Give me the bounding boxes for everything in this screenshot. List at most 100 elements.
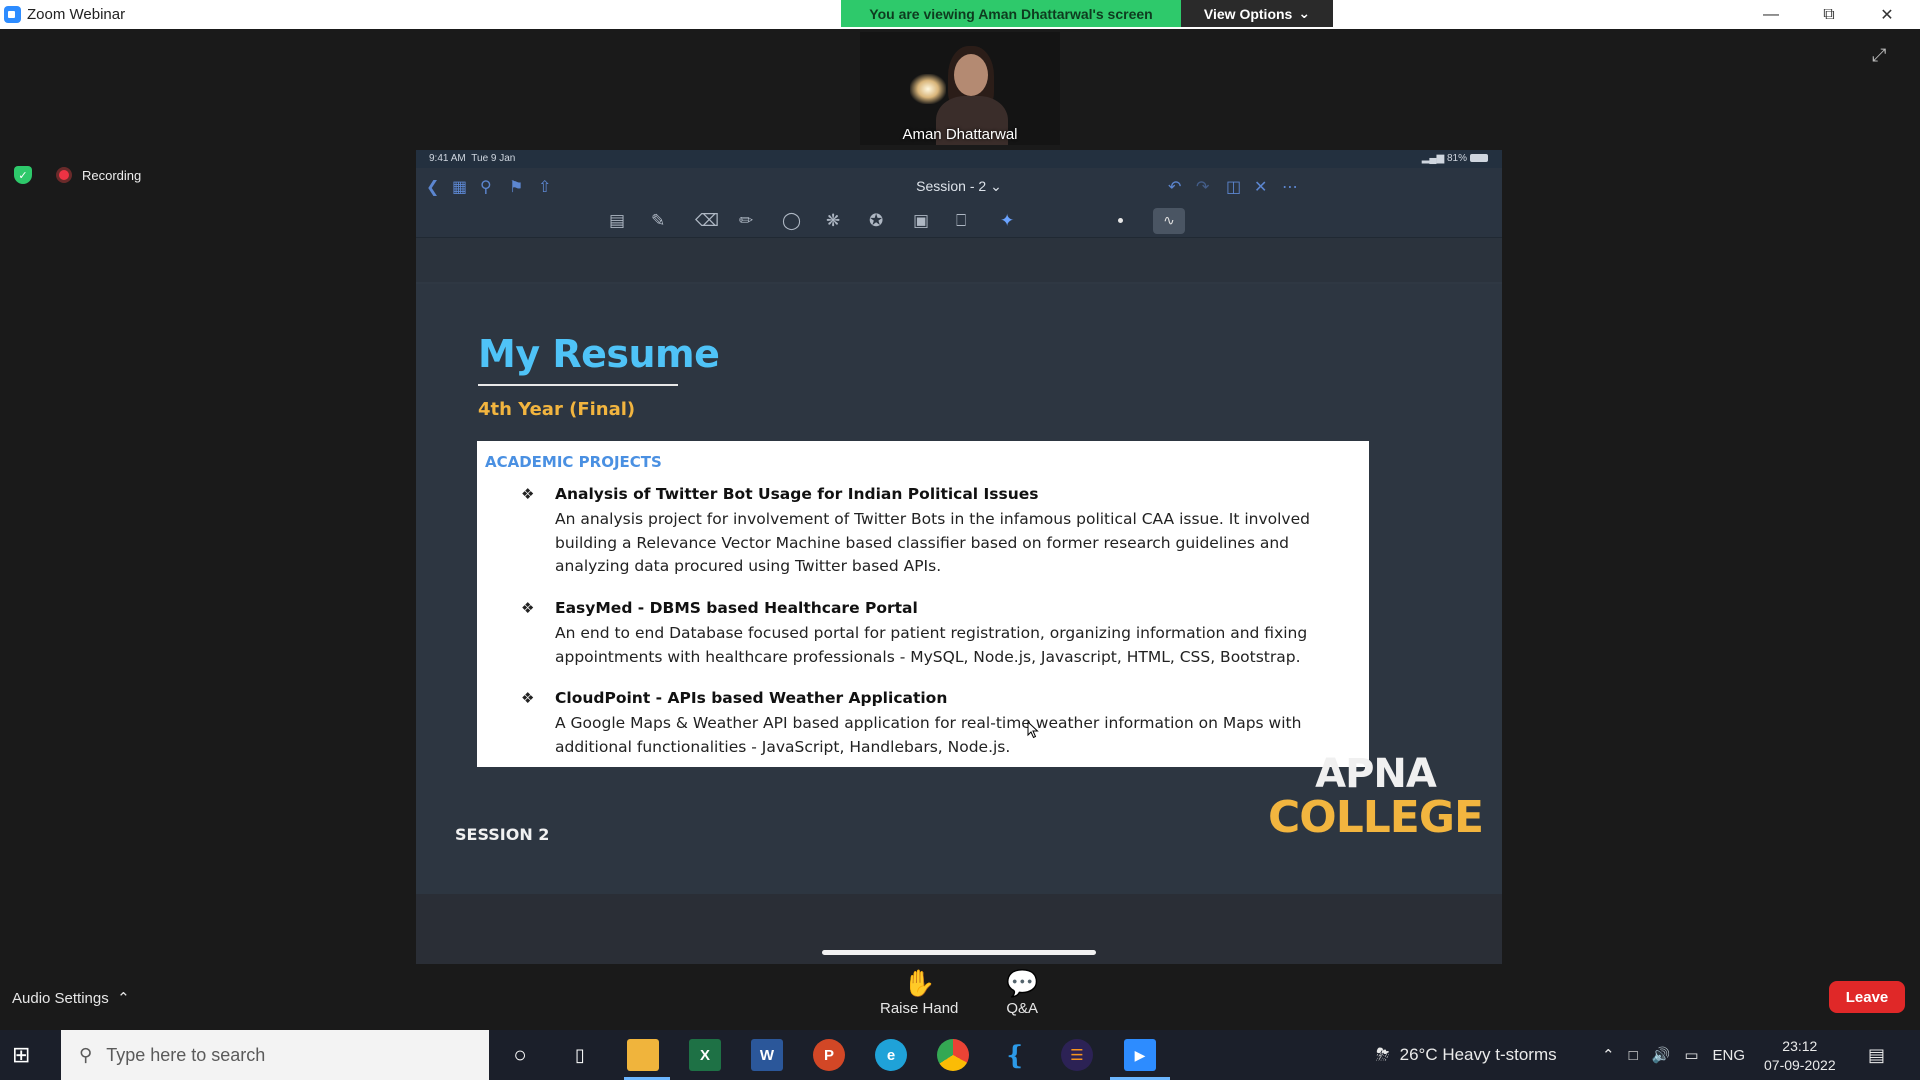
close-button[interactable]: ✕ xyxy=(1858,0,1916,29)
more-icon[interactable]: ⋯ xyxy=(1282,177,1298,197)
project-description: A Google Maps & Weather API based applic… xyxy=(555,714,1302,756)
leave-button[interactable]: Leave xyxy=(1829,981,1905,1013)
cortana-icon[interactable]: ○ xyxy=(504,1039,536,1071)
search-icon: ⚲ xyxy=(79,1044,93,1065)
redo-icon[interactable]: ↷ xyxy=(1196,177,1209,197)
diamond-bullet-icon: ❖ xyxy=(521,689,535,707)
home-indicator xyxy=(822,950,1096,955)
project-description: An analysis project for involvement of T… xyxy=(555,510,1310,575)
battery-icon xyxy=(1470,154,1488,163)
project-item: ❖ Analysis of Twitter Bot Usage for Indi… xyxy=(521,485,1351,575)
qa-button[interactable]: 💬 Q&A xyxy=(1006,968,1038,1017)
logo-line2: COLLEGE xyxy=(1268,792,1484,843)
recording-indicator: ✓ Recording xyxy=(14,166,141,184)
projects-card: ACADEMIC PROJECTS ❖ Analysis of Twitter … xyxy=(477,441,1369,767)
section-heading: ACADEMIC PROJECTS xyxy=(485,453,662,471)
drawing-toolbar: ▤ ✎ ⌫ ✏ ◯ ❋ ✪ ▣ ⎕ ✦ ∿ xyxy=(416,204,1502,238)
speaker-face xyxy=(954,54,988,96)
weather-widget[interactable]: ⛈ 26°C Heavy t-storms xyxy=(1376,1030,1557,1080)
hand-icon: ✋ xyxy=(903,968,936,998)
shapes-icon[interactable]: ◯ xyxy=(782,211,801,231)
diamond-bullet-icon: ❖ xyxy=(521,485,535,503)
project-title: EasyMed - DBMS based Healthcare Portal xyxy=(555,599,918,617)
mouse-cursor-icon xyxy=(1027,721,1039,739)
zoom-app-icon xyxy=(4,6,21,23)
minimize-button[interactable]: — xyxy=(1742,0,1800,29)
eraser-icon[interactable]: ⌫ xyxy=(695,211,719,231)
participant-name: Aman Dhattarwal xyxy=(902,126,1018,143)
network-icon[interactable]: □ xyxy=(1629,1047,1638,1064)
zoom-taskbar-icon[interactable]: ▶ xyxy=(1124,1039,1156,1071)
restore-button[interactable]: ⧉ xyxy=(1800,0,1858,29)
lasso-icon[interactable]: ❋ xyxy=(826,211,840,231)
ipad-time-date: 9:41 AM Tue 9 Jan xyxy=(429,153,516,164)
language-indicator[interactable]: ENG xyxy=(1713,1047,1746,1064)
raise-hand-button[interactable]: ✋ Raise Hand xyxy=(880,968,958,1017)
eclipse-icon[interactable]: ☰ xyxy=(1061,1039,1093,1071)
project-title: CloudPoint - APIs based Weather Applicat… xyxy=(555,689,948,707)
close-doc-icon[interactable]: ✕ xyxy=(1254,177,1267,197)
chat-bubbles-icon: 💬 xyxy=(1006,968,1039,998)
project-item: ❖ CloudPoint - APIs based Weather Applic… xyxy=(521,689,1351,759)
chrome-icon[interactable] xyxy=(937,1039,969,1071)
view-options-label: View Options xyxy=(1203,5,1293,22)
document-title[interactable]: Session - 2 ⌄ xyxy=(416,178,1502,195)
taskbar-clock[interactable]: 23:12 07-09-2022 xyxy=(1764,1037,1836,1075)
title-underline xyxy=(478,384,678,386)
task-view-icon[interactable]: ▯ xyxy=(564,1039,596,1071)
shared-screen: 9:41 AM Tue 9 Jan ▂▄▆ 81% ❮ ▦ ⚲ ⚑ ⇧ Sess… xyxy=(416,150,1502,964)
session-label: SESSION 2 xyxy=(455,825,550,844)
sticker-icon[interactable]: ✪ xyxy=(869,211,883,231)
raise-hand-label: Raise Hand xyxy=(880,1000,959,1017)
notifications-icon[interactable]: ▤ xyxy=(1868,1030,1885,1080)
slide-title: My Resume xyxy=(478,332,720,376)
view-options-button[interactable]: View Options ⌄ xyxy=(1181,0,1333,27)
speaker-video[interactable]: Aman Dhattarwal xyxy=(860,32,1060,145)
ipad-bottom-area xyxy=(416,894,1502,964)
volume-icon[interactable]: 🔊 xyxy=(1652,1046,1671,1064)
weather-text: 26°C Heavy t-storms xyxy=(1399,1045,1557,1064)
logo-line1: APNA xyxy=(1315,751,1437,797)
word-icon[interactable]: W xyxy=(751,1039,783,1071)
stroke-style-button[interactable]: ∿ xyxy=(1153,208,1185,234)
chevron-up-icon[interactable]: ⌃ xyxy=(1602,1046,1615,1064)
stroke-size-dot[interactable] xyxy=(1118,218,1123,223)
ipad-status-bar: 9:41 AM Tue 9 Jan ▂▄▆ 81% xyxy=(416,150,1502,168)
windows-start-icon[interactable]: ⊞ xyxy=(12,1042,48,1068)
image-icon[interactable]: ▣ xyxy=(913,211,929,231)
project-description: An end to end Database focused portal fo… xyxy=(555,624,1308,666)
pen-icon[interactable]: ✎ xyxy=(651,211,665,231)
project-title: Analysis of Twitter Bot Usage for Indian… xyxy=(555,485,1039,503)
highlighter-icon[interactable]: ✏ xyxy=(739,211,753,231)
clock-date: 07-09-2022 xyxy=(1764,1057,1836,1073)
powerpoint-icon[interactable]: P xyxy=(813,1039,845,1071)
resume-slide: My Resume 4th Year (Final) ACADEMIC PROJ… xyxy=(416,284,1502,894)
add-page-icon[interactable]: ◫ xyxy=(1226,177,1241,197)
fullscreen-icon[interactable]: ⤢ xyxy=(1872,45,1892,65)
meeting-area: ⤢ Aman Dhattarwal ✓ Recording 9:41 AM Tu… xyxy=(0,29,1920,1030)
record-dot-icon xyxy=(56,167,72,183)
page-gap xyxy=(416,238,1502,282)
text-icon[interactable]: ⎕ xyxy=(956,211,966,231)
qa-label: Q&A xyxy=(1006,1000,1039,1017)
laser-pointer-icon[interactable]: ✦ xyxy=(1000,211,1014,231)
edge-icon[interactable]: e xyxy=(875,1039,907,1071)
reader-icon[interactable]: ▤ xyxy=(609,211,625,231)
recording-label: Recording xyxy=(82,167,142,183)
taskbar-search-box[interactable]: ⚲ Type here to search xyxy=(61,1030,489,1080)
lamp-light xyxy=(910,74,946,104)
excel-icon[interactable]: X xyxy=(689,1039,721,1071)
undo-icon[interactable]: ↶ xyxy=(1168,177,1181,197)
chevron-down-icon: ⌄ xyxy=(1298,5,1311,21)
notes-nav-bar: ❮ ▦ ⚲ ⚑ ⇧ Session - 2 ⌄ ↶ ↷ ◫ ✕ ⋯ xyxy=(416,168,1502,204)
file-explorer-icon[interactable] xyxy=(627,1039,659,1071)
storm-cloud-icon: ⛈ xyxy=(1376,1045,1390,1064)
vscode-icon[interactable]: ❴ xyxy=(999,1039,1031,1071)
battery-icon[interactable]: ▭ xyxy=(1684,1046,1698,1064)
audio-settings-button[interactable]: Audio Settings ⌃ xyxy=(12,989,130,1007)
shield-icon[interactable]: ✓ xyxy=(14,166,32,184)
window-title: Zoom Webinar xyxy=(27,6,126,23)
diamond-bullet-icon: ❖ xyxy=(521,599,535,617)
ipad-status-right: ▂▄▆ 81% xyxy=(1422,153,1488,164)
apna-college-logo: APNA COLLEGE xyxy=(1268,751,1484,843)
